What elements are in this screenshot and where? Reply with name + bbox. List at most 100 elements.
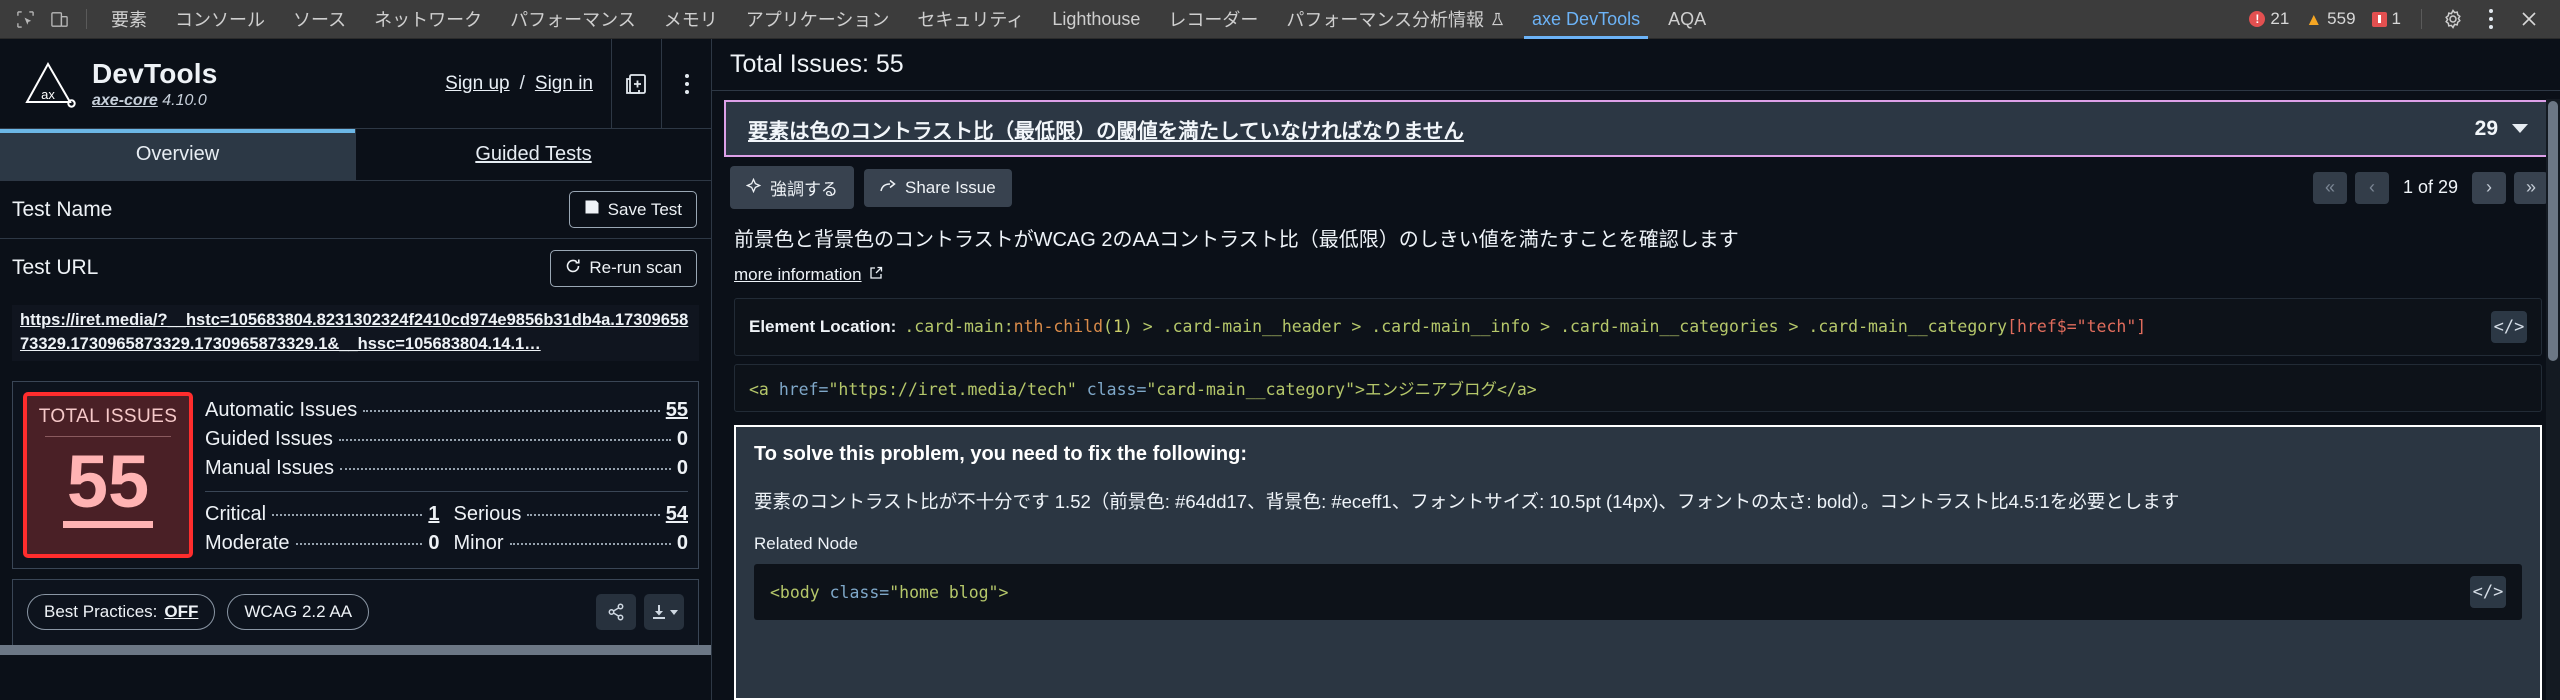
kebab-dots	[684, 73, 689, 94]
element-location-block: Element Location: .card-main:nth-child(1)…	[734, 298, 2542, 356]
chevrons-left-icon[interactable]: «	[2312, 171, 2347, 204]
stat-serious: Serious 54	[453, 502, 689, 526]
selector-part: [href$="tech"]	[2007, 317, 2147, 336]
test-url-box[interactable]: https://iret.media/?__hstc=105683804.823…	[12, 305, 699, 361]
right-panel-vertical-scrollbar[interactable]	[2546, 99, 2560, 700]
stat-value: 0	[676, 427, 688, 450]
panel-kebab-menu-icon[interactable]	[661, 38, 711, 129]
chevron-down-icon[interactable]	[2512, 124, 2528, 133]
more-information-link[interactable]: more information	[734, 265, 883, 285]
left-panel-horizontal-scrollbar[interactable]	[0, 644, 711, 655]
selected-issue-bar[interactable]: 要素は色のコントラスト比（最低限）の閾値を満たしていなければなりません 29	[724, 100, 2548, 157]
related-part: <body	[770, 582, 830, 602]
test-url-value[interactable]: https://iret.media/?__hstc=105683804.823…	[20, 309, 691, 357]
close-icon[interactable]	[2512, 4, 2546, 34]
stat-manual-issues: Manual Issues 0	[205, 456, 688, 479]
selector-part: )	[1122, 317, 1133, 336]
severity-row-1: Critical 1 Serious 54	[205, 500, 688, 529]
error-count[interactable]: ! 21	[2243, 9, 2295, 29]
stat-value: 0	[676, 456, 688, 479]
stat-value: 0	[676, 531, 688, 554]
devtools-tab-aqa[interactable]: AQA	[1654, 0, 1720, 39]
chevron-left-icon[interactable]: ‹	[2354, 171, 2389, 204]
sign-in-link[interactable]: Sign in	[535, 73, 593, 95]
new-window-icon[interactable]	[611, 38, 661, 129]
selector-part: .card-main__category	[1808, 317, 2008, 336]
download-icon[interactable]	[644, 594, 684, 631]
code-brackets-icon[interactable]: </>	[2470, 576, 2506, 608]
selector-part: nth-child	[1013, 317, 1104, 336]
selector-part: .card-main__categories	[1560, 317, 1779, 336]
devtools-tab-performance-insights[interactable]: パフォーマンス分析情報	[1272, 0, 1518, 39]
kebab-menu-icon[interactable]	[2474, 4, 2508, 34]
save-test-button[interactable]: Save Test	[568, 191, 697, 228]
stats-divider	[205, 490, 688, 492]
device-toolbar-icon[interactable]	[42, 4, 76, 34]
issue-count[interactable]: 1	[2366, 9, 2407, 29]
brand-title: DevTools	[92, 57, 218, 89]
scrollbar-thumb[interactable]	[2548, 101, 2558, 361]
devtools-top-bar: 要素 コンソール ソース ネットワーク パフォーマンス メモリ アプリケーション…	[0, 0, 2560, 39]
leader-dots	[509, 542, 671, 545]
devtools-tab-axe-devtools[interactable]: axe DevTools	[1518, 0, 1654, 39]
snippet-part: <a	[749, 380, 779, 399]
leader-dots	[339, 467, 671, 470]
devtools-tab-memory[interactable]: メモリ	[650, 0, 732, 39]
element-snippet-block: <a href="https://iret.media/tech" class=…	[734, 364, 2542, 412]
devtools-tab-recorder[interactable]: レコーダー	[1154, 0, 1272, 39]
stat-value[interactable]: 54	[666, 503, 688, 526]
tab-overview[interactable]: Overview	[0, 129, 355, 180]
stat-value[interactable]: 1	[428, 503, 439, 526]
devtools-tab-console[interactable]: コンソール	[161, 0, 279, 39]
devtools-tab-sources[interactable]: ソース	[279, 0, 360, 39]
best-practices-toggle[interactable]: Best Practices: OFF	[27, 594, 216, 631]
rerun-scan-button[interactable]: Re-run scan	[550, 249, 697, 287]
leader-dots	[527, 513, 660, 516]
share-issue-label: Share Issue	[905, 177, 996, 197]
related-part: "home blog"	[889, 582, 999, 602]
share-icon[interactable]	[596, 594, 636, 631]
axe-core-version: 4.10.0	[162, 91, 207, 109]
flask-icon	[1491, 12, 1504, 27]
selector-part: >	[1132, 317, 1163, 336]
chevron-right-icon[interactable]: ›	[2472, 171, 2506, 204]
total-issues-heading: Total Issues: 55	[712, 39, 2560, 91]
devtools-tab-application[interactable]: アプリケーション	[732, 0, 904, 39]
sign-up-link[interactable]: Sign up	[445, 73, 509, 95]
highlight-button[interactable]: 強調する	[730, 166, 854, 209]
related-part: class=	[829, 582, 890, 602]
devtools-tab-lighthouse[interactable]: Lighthouse	[1038, 0, 1154, 39]
total-issues-value[interactable]: 55	[62, 444, 154, 528]
highlight-label: 強調する	[770, 180, 838, 199]
axe-core-label[interactable]: axe-core	[92, 92, 158, 109]
snippet-part: class=	[1076, 380, 1147, 399]
stat-value[interactable]: 55	[666, 399, 688, 422]
wcag-standard-chip[interactable]: WCAG 2.2 AA	[227, 594, 370, 631]
axe-workspace: ax DevTools axe-core 4.10.0 Sign up / Si…	[0, 38, 2560, 700]
svg-text:ax: ax	[41, 87, 55, 102]
stat-automatic-issues: Automatic Issues 55	[205, 398, 688, 422]
devtools-tab-elements[interactable]: 要素	[97, 0, 161, 39]
external-link-icon	[869, 265, 883, 285]
code-brackets-icon[interactable]: </>	[2491, 311, 2527, 343]
selector-part: .card-main__info	[1371, 317, 1531, 336]
gear-icon[interactable]	[2436, 4, 2470, 34]
devtools-tab-performance[interactable]: パフォーマンス	[496, 0, 650, 39]
warning-count[interactable]: ▲ 559	[2299, 9, 2361, 29]
inspect-element-icon[interactable]	[8, 4, 42, 34]
issue-summary-card: TOTAL ISSUES 55 Automatic Issues 55 Guid…	[12, 380, 699, 569]
leader-dots	[272, 513, 423, 516]
devtools-tab-security[interactable]: セキュリティ	[903, 0, 1038, 39]
devtools-tab-network[interactable]: ネットワーク	[360, 0, 496, 39]
related-node-line: <body class="home blog">	[770, 583, 1008, 602]
issue-stats: Automatic Issues 55 Guided Issues 0 Manu…	[205, 392, 688, 558]
refresh-icon	[565, 258, 581, 279]
issue-title[interactable]: 要素は色のコントラスト比（最低限）の閾値を満たしていなければなりません	[748, 114, 1464, 144]
element-location-label: Element Location:	[749, 317, 897, 336]
chevrons-right-icon[interactable]: »	[2514, 171, 2548, 204]
share-issue-button[interactable]: Share Issue	[864, 168, 1012, 207]
tab-guided-tests[interactable]: Guided Tests	[355, 129, 711, 180]
selector-part: (	[1103, 317, 1113, 336]
panel-tabs: Overview Guided Tests	[0, 129, 711, 181]
selector-part: .card-main__header	[1162, 317, 1342, 336]
